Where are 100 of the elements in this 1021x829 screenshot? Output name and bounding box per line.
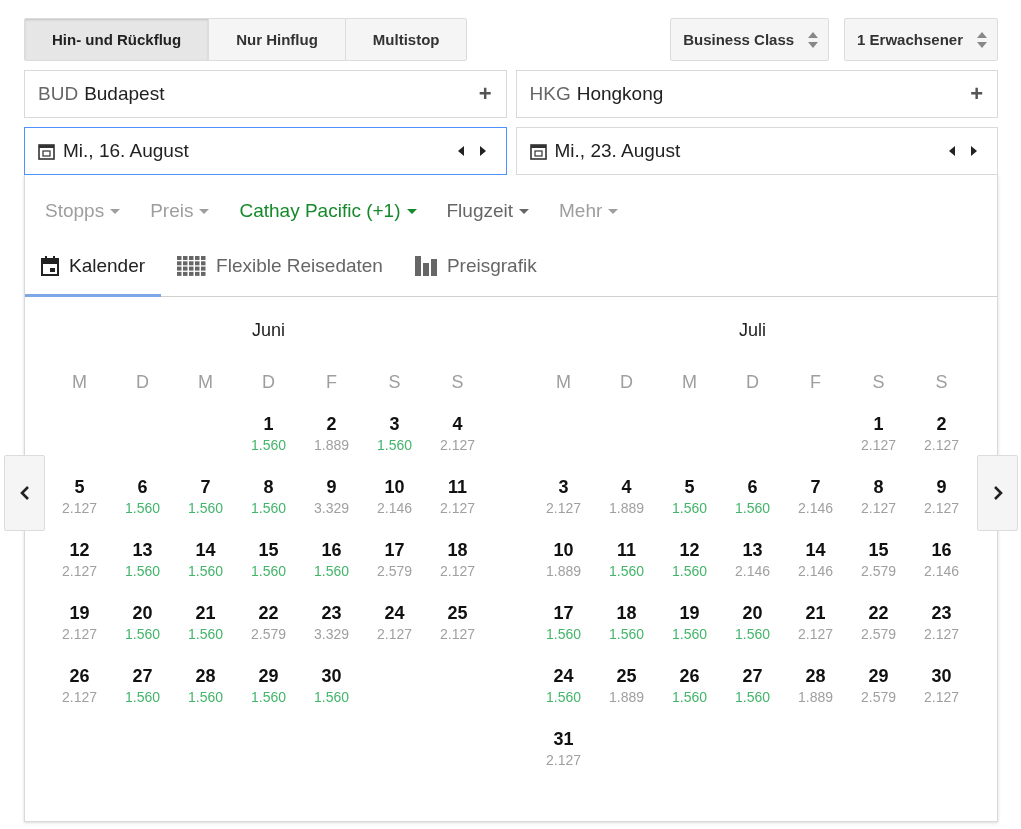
day-number[interactable]: 3 [558, 477, 569, 498]
day-number[interactable]: 19 [69, 603, 90, 624]
day-number[interactable]: 20 [132, 603, 153, 624]
day-number[interactable]: 12 [679, 540, 700, 561]
day-number[interactable]: 25 [447, 603, 468, 624]
day-number[interactable]: 3 [389, 414, 400, 435]
day-number[interactable]: 16 [931, 540, 952, 561]
day-number[interactable]: 24 [553, 666, 574, 687]
day-number[interactable]: 26 [69, 666, 90, 687]
day-number[interactable]: 5 [74, 477, 85, 498]
right-triangle-icon [971, 146, 977, 156]
day-number[interactable]: 15 [258, 540, 279, 561]
weekday-label: S [387, 372, 402, 394]
day-number[interactable]: 10 [384, 477, 405, 498]
day-price: 1.560 [376, 437, 412, 453]
add-button[interactable]: + [476, 81, 494, 107]
dropdown-select[interactable]: Business Class [670, 18, 830, 61]
day-number[interactable]: 6 [747, 477, 758, 498]
day-price: 1.889 [797, 689, 833, 705]
caret-icon [110, 208, 121, 214]
day-number[interactable]: 4 [452, 414, 463, 435]
day-number[interactable]: 23 [321, 603, 342, 624]
day-number[interactable]: 31 [553, 729, 574, 750]
day-price: 2.127 [860, 500, 896, 516]
day-number[interactable]: 13 [742, 540, 763, 561]
day-number[interactable]: 18 [447, 540, 468, 561]
day-number[interactable]: 11 [448, 477, 467, 498]
view-tab[interactable]: Kalender [25, 237, 162, 297]
day-number[interactable]: 27 [742, 666, 763, 687]
day-number[interactable]: 29 [868, 666, 889, 687]
day-number[interactable]: 22 [868, 603, 889, 624]
date-field[interactable]: Mi., 23. August [515, 127, 998, 175]
day-number[interactable]: 7 [200, 477, 211, 498]
day-number[interactable]: 6 [137, 477, 148, 498]
day-price: 3.329 [313, 626, 349, 642]
day-number[interactable]: 27 [132, 666, 153, 687]
day-number[interactable]: 21 [805, 603, 826, 624]
day-number[interactable]: 14 [195, 540, 216, 561]
day-number[interactable]: 26 [679, 666, 700, 687]
day-number[interactable]: 2 [936, 414, 947, 435]
dropdown-select[interactable]: 1 Erwachsener [844, 18, 998, 61]
day-number[interactable]: 8 [873, 477, 884, 498]
day-number[interactable]: 22 [258, 603, 279, 624]
weekday-label: D [135, 372, 150, 394]
day-number[interactable]: 10 [553, 540, 574, 561]
day-number[interactable]: 28 [195, 666, 216, 687]
filter-dropdown[interactable]: Cathay Pacific (+1) [239, 200, 417, 222]
day-price: 1.560 [608, 563, 644, 579]
day-number[interactable]: 17 [553, 603, 574, 624]
view-tab[interactable]: Flexible Reisedaten [161, 237, 399, 297]
day-number[interactable]: 30 [931, 666, 952, 687]
day-price: 1.560 [124, 626, 160, 642]
date-value: Mi., 23. August [554, 140, 682, 162]
day-number[interactable]: 7 [810, 477, 821, 498]
day-number[interactable]: 12 [69, 540, 90, 561]
day-number[interactable]: 4 [621, 477, 632, 498]
view-tab[interactable]: Preisgrafik [398, 237, 553, 297]
day-price: 1.560 [608, 626, 644, 642]
day-price: 2.146 [797, 500, 833, 516]
day-number[interactable]: 1 [873, 414, 884, 435]
day-number[interactable]: 2 [326, 414, 337, 435]
airport-field[interactable]: HKG Hongkong + [515, 70, 998, 118]
date-field[interactable]: Mi., 16. August [24, 127, 507, 175]
caret-icon [519, 208, 530, 214]
day-price: 2.127 [923, 626, 959, 642]
day-price: 1.560 [545, 626, 581, 642]
day-number[interactable]: 5 [684, 477, 695, 498]
add-button[interactable]: + [968, 81, 985, 107]
caret-icon [199, 208, 210, 214]
day-number[interactable]: 11 [617, 540, 636, 561]
day-number[interactable]: 21 [195, 603, 216, 624]
up-down-arrows-icon [808, 30, 819, 49]
filter-dropdown[interactable]: Flugzeit [446, 200, 530, 222]
weekday-label: S [871, 372, 886, 394]
trip-type-tab[interactable]: Hin- und Rückflug [24, 18, 210, 61]
airport-field[interactable]: BUD Budapest + [24, 70, 507, 118]
day-number[interactable]: 25 [616, 666, 637, 687]
day-number[interactable]: 23 [931, 603, 952, 624]
day-number[interactable]: 16 [321, 540, 342, 561]
day-number[interactable]: 15 [868, 540, 889, 561]
day-number[interactable]: 1 [263, 414, 274, 435]
day-number[interactable]: 9 [936, 477, 947, 498]
day-number[interactable]: 8 [263, 477, 274, 498]
day-number[interactable]: 9 [326, 477, 337, 498]
city-name: Hongkong [576, 83, 665, 105]
weekday-label: F [809, 372, 822, 394]
day-number[interactable]: 20 [742, 603, 763, 624]
day-price: 1.560 [734, 689, 770, 705]
day-number[interactable]: 18 [616, 603, 637, 624]
day-number[interactable]: 19 [679, 603, 700, 624]
day-number[interactable]: 29 [258, 666, 279, 687]
day-number[interactable]: 17 [384, 540, 405, 561]
day-number[interactable]: 14 [805, 540, 826, 561]
trip-type-tab[interactable]: Nur Hinflug [208, 18, 346, 61]
trip-type-tab[interactable]: Multistop [344, 18, 468, 61]
day-number[interactable]: 13 [132, 540, 153, 561]
day-price: 1.560 [250, 563, 286, 579]
day-number[interactable]: 28 [805, 666, 826, 687]
day-number[interactable]: 24 [384, 603, 405, 624]
day-number[interactable]: 30 [321, 666, 342, 687]
